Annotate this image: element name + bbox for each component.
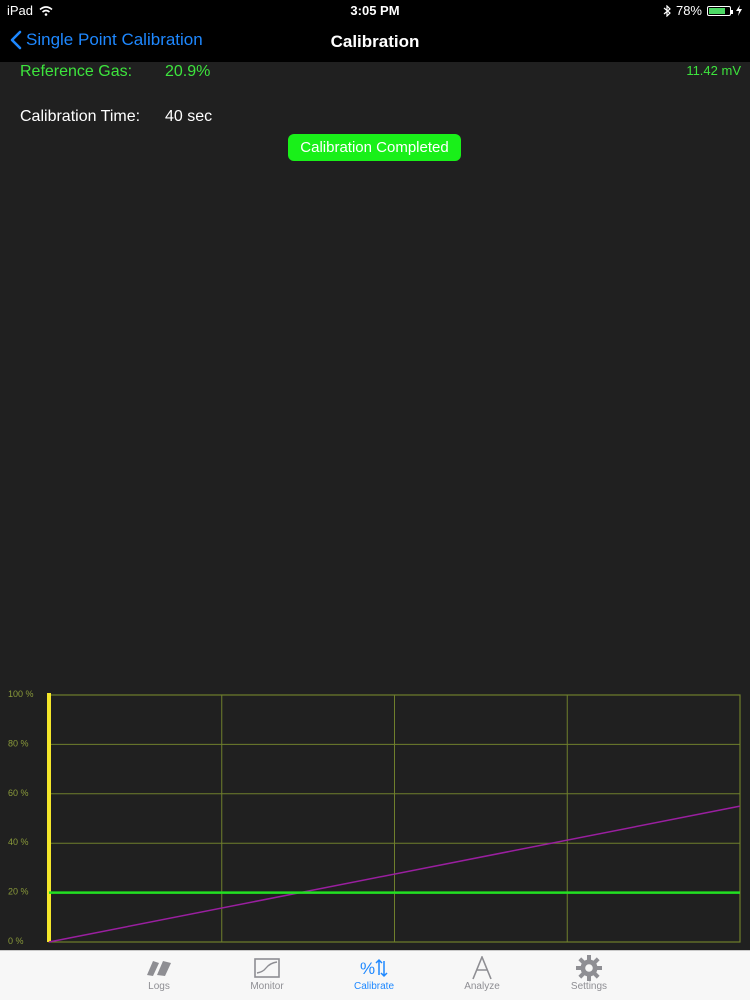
battery-percent: 78% bbox=[675, 3, 702, 18]
y-tick-label: 60 % bbox=[8, 788, 29, 798]
tab-label: Monitor bbox=[250, 981, 284, 992]
calibration-chart: 0 % 20 % 40 % 60 % 80 % 100 % bbox=[0, 688, 750, 950]
millivolt-readout: 11.42 mV bbox=[686, 63, 741, 78]
charging-icon bbox=[736, 5, 742, 16]
gear-icon bbox=[576, 955, 602, 981]
tab-calibrate[interactable]: % Calibrate bbox=[334, 955, 414, 992]
calibrate-icon: % bbox=[360, 958, 388, 978]
battery-icon bbox=[707, 5, 733, 16]
tab-label: Analyze bbox=[464, 981, 500, 992]
tab-label: Settings bbox=[570, 981, 608, 992]
y-tick-label: 40 % bbox=[8, 837, 29, 847]
y-tick-label: 20 % bbox=[8, 887, 29, 897]
y-tick-label: 80 % bbox=[8, 738, 29, 748]
calibration-time-label: Calibration Time: bbox=[20, 108, 141, 125]
battery-fill bbox=[709, 7, 725, 14]
bluetooth-icon bbox=[663, 4, 671, 17]
tab-logs[interactable]: Logs bbox=[119, 955, 199, 992]
analyze-icon bbox=[472, 956, 492, 980]
reference-gas-value: 20.9% bbox=[165, 63, 211, 80]
calibration-status-badge: Calibration Completed bbox=[288, 134, 461, 161]
reference-gas-label: Reference Gas: bbox=[20, 63, 133, 80]
monitor-icon bbox=[254, 958, 280, 978]
tab-settings[interactable]: Settings bbox=[549, 955, 629, 992]
logs-icon bbox=[147, 961, 171, 976]
tab-monitor[interactable]: Monitor bbox=[227, 955, 307, 992]
chart-svg: 0 % 20 % 40 % 60 % 80 % 100 % bbox=[8, 689, 741, 946]
status-time: 3:05 PM bbox=[350, 3, 400, 18]
navigation-bar: Single Point Calibration Calibration bbox=[0, 22, 750, 62]
calibration-time-value: 40 sec bbox=[165, 108, 213, 125]
tab-analyze[interactable]: Analyze bbox=[442, 955, 522, 992]
tab-label: Logs bbox=[148, 981, 170, 992]
status-right: 78% bbox=[663, 3, 742, 18]
y-tick-label: 100 % bbox=[8, 689, 34, 699]
status-bar: iPad 3:05 PM 78% bbox=[0, 0, 750, 22]
page-title: Calibration bbox=[330, 32, 420, 51]
y-tick-label: 0 % bbox=[8, 936, 24, 946]
svg-text:%: % bbox=[360, 959, 375, 978]
tab-bar: Logs Monitor % Calibrate Analyze Setting… bbox=[0, 950, 750, 1000]
tab-label: Calibrate bbox=[353, 981, 395, 992]
